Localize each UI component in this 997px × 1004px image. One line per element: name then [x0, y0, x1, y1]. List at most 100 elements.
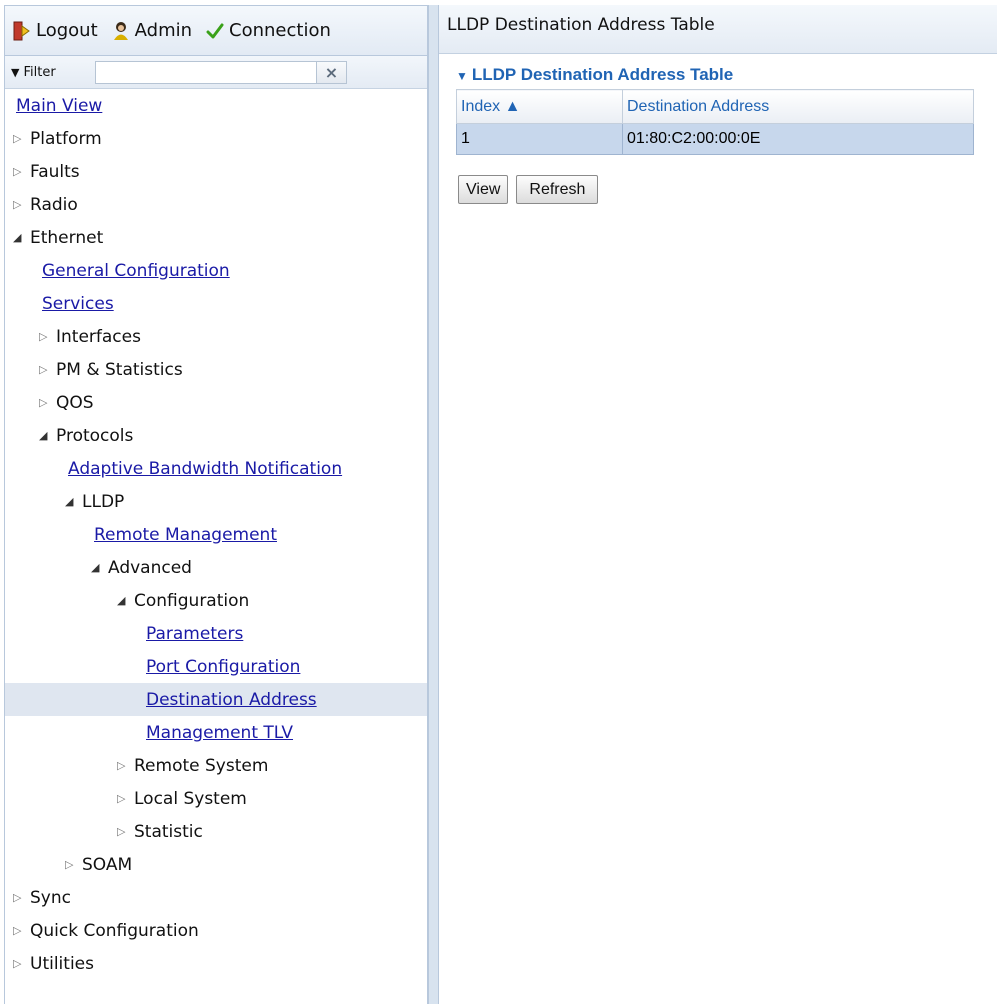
tree-label[interactable]: Quick Configuration	[30, 921, 199, 941]
navigation-panel: Logout Admin Connection ▼ Filter × Main …	[4, 5, 428, 1004]
expand-arrow-icon[interactable]: ▷	[39, 330, 53, 343]
expand-arrow-icon[interactable]: ▷	[13, 924, 27, 937]
management-tlv-link[interactable]: Management TLV	[146, 723, 293, 743]
tree-item-services: Services	[5, 287, 427, 320]
tree-label[interactable]: Radio	[30, 195, 78, 215]
filter-input[interactable]	[95, 60, 317, 84]
admin-button[interactable]: Admin	[112, 20, 192, 41]
tree-item-configuration[interactable]: ◢ Configuration	[5, 584, 427, 617]
expand-arrow-icon[interactable]: ▷	[65, 858, 79, 871]
tree-item-port-configuration: Port Configuration	[5, 650, 427, 683]
tree-item-local-system[interactable]: ▷ Local System	[5, 782, 427, 815]
tree-label[interactable]: Faults	[30, 162, 80, 182]
expand-arrow-icon[interactable]: ▷	[13, 165, 27, 178]
tree-label[interactable]: Platform	[30, 129, 102, 149]
expand-arrow-icon[interactable]: ▷	[13, 132, 27, 145]
adaptive-bandwidth-notification-link[interactable]: Adaptive Bandwidth Notification	[68, 459, 342, 479]
filter-label: Filter	[23, 64, 56, 80]
tree-item-remote-system[interactable]: ▷ Remote System	[5, 749, 427, 782]
tree-label[interactable]: Statistic	[134, 822, 203, 842]
remote-management-link[interactable]: Remote Management	[94, 525, 277, 545]
tree-label[interactable]: Interfaces	[56, 327, 141, 347]
tree-label[interactable]: Local System	[134, 789, 247, 809]
tree-item-ethernet[interactable]: ◢ Ethernet	[5, 221, 427, 254]
tree-item-adaptive-bandwidth-notification: Adaptive Bandwidth Notification	[5, 452, 427, 485]
tree-item-radio[interactable]: ▷ Radio	[5, 188, 427, 221]
tree-label[interactable]: SOAM	[82, 855, 132, 875]
index-cell[interactable]: 1	[456, 123, 623, 155]
tree-item-platform[interactable]: ▷ Platform	[5, 122, 427, 155]
general-configuration-link[interactable]: General Configuration	[42, 261, 230, 281]
tree-label[interactable]: Configuration	[134, 591, 249, 611]
tree-item-qos[interactable]: ▷ QOS	[5, 386, 427, 419]
parameters-link[interactable]: Parameters	[146, 624, 243, 644]
refresh-button[interactable]: Refresh	[516, 175, 599, 204]
button-row: View Refresh	[458, 175, 997, 204]
index-column-header[interactable]: Index ▲	[456, 89, 623, 124]
tree-label[interactable]: Protocols	[56, 426, 133, 446]
tree-item-interfaces[interactable]: ▷ Interfaces	[5, 320, 427, 353]
tree-item-utilities[interactable]: ▷ Utilities	[5, 947, 427, 980]
tree-item-lldp[interactable]: ◢ LLDP	[5, 485, 427, 518]
section-title: LLDP Destination Address Table	[471, 65, 734, 84]
tree-item-quick-configuration[interactable]: ▷ Quick Configuration	[5, 914, 427, 947]
app-window: Logout Admin Connection ▼ Filter × Main …	[0, 0, 997, 1004]
table-header-row: Index ▲ Destination Address	[456, 89, 974, 124]
tree-label[interactable]: Advanced	[108, 558, 192, 578]
logout-button[interactable]: Logout	[13, 20, 98, 41]
expand-arrow-icon[interactable]: ▷	[117, 792, 131, 805]
main-view-link[interactable]: Main View	[16, 96, 102, 116]
triangle-down-icon: ▼	[11, 65, 20, 79]
port-configuration-link[interactable]: Port Configuration	[146, 657, 300, 677]
tree-label[interactable]: PM & Statistics	[56, 360, 183, 380]
expand-arrow-icon[interactable]: ▷	[39, 396, 53, 409]
tree-item-faults[interactable]: ▷ Faults	[5, 155, 427, 188]
tree-item-management-tlv: Management TLV	[5, 716, 427, 749]
expand-arrow-icon[interactable]: ▷	[13, 957, 27, 970]
tree-item-main-view: Main View	[5, 89, 427, 122]
tree-label[interactable]: Remote System	[134, 756, 268, 776]
tree-item-protocols[interactable]: ◢ Protocols	[5, 419, 427, 452]
destination-address-cell[interactable]: 01:80:C2:00:00:0E	[622, 123, 974, 155]
tree-item-soam[interactable]: ▷ SOAM	[5, 848, 427, 881]
collapse-arrow-icon[interactable]: ◢	[65, 495, 79, 508]
collapse-arrow-icon[interactable]: ◢	[117, 594, 131, 607]
tree-label[interactable]: Ethernet	[30, 228, 103, 248]
expand-arrow-icon[interactable]: ▷	[117, 825, 131, 838]
view-button[interactable]: View	[458, 175, 509, 204]
connection-label: Connection	[229, 20, 331, 41]
collapse-arrow-icon[interactable]: ◢	[91, 561, 105, 574]
destination-address-link[interactable]: Destination Address	[146, 690, 317, 710]
table-row[interactable]: 1 01:80:C2:00:00:0E	[456, 123, 974, 155]
collapse-arrow-icon[interactable]: ◢	[13, 231, 27, 244]
filter-toggle[interactable]: ▼ Filter	[11, 65, 91, 80]
expand-arrow-icon[interactable]: ▷	[13, 198, 27, 211]
services-link[interactable]: Services	[42, 294, 114, 314]
tree-item-general-configuration: General Configuration	[5, 254, 427, 287]
close-icon: ×	[324, 62, 339, 82]
destination-address-column-header[interactable]: Destination Address	[622, 89, 974, 124]
checkmark-icon	[206, 23, 224, 38]
user-icon	[113, 21, 128, 40]
expand-arrow-icon[interactable]: ▷	[117, 759, 131, 772]
tree-item-pm-statistics[interactable]: ▷ PM & Statistics	[5, 353, 427, 386]
section-header[interactable]: ▼ LLDP Destination Address Table	[456, 65, 997, 85]
tree-item-statistic[interactable]: ▷ Statistic	[5, 815, 427, 848]
tree-item-sync[interactable]: ▷ Sync	[5, 881, 427, 914]
collapse-arrow-icon[interactable]: ◢	[39, 429, 53, 442]
connection-button[interactable]: Connection	[206, 20, 331, 41]
expand-arrow-icon[interactable]: ▷	[39, 363, 53, 376]
tree-label[interactable]: Sync	[30, 888, 71, 908]
admin-label: Admin	[134, 20, 193, 41]
expand-arrow-icon[interactable]: ▷	[13, 891, 27, 904]
tree-label[interactable]: LLDP	[82, 492, 124, 512]
tree-label[interactable]: Utilities	[30, 954, 94, 974]
tree-item-advanced[interactable]: ◢ Advanced	[5, 551, 427, 584]
panel-splitter[interactable]	[428, 5, 439, 1004]
tree-label[interactable]: QOS	[56, 393, 94, 413]
logout-icon	[13, 21, 30, 40]
clear-filter-button[interactable]: ×	[317, 60, 347, 84]
content-panel: LLDP Destination Address Table ▼ LLDP Des…	[439, 5, 997, 1004]
navigation-tree: Main View ▷ Platform ▷ Faults ▷ Radio ◢ …	[5, 89, 427, 980]
destination-address-table: Index ▲ Destination Address 1 01:80:C2:0…	[456, 89, 974, 155]
